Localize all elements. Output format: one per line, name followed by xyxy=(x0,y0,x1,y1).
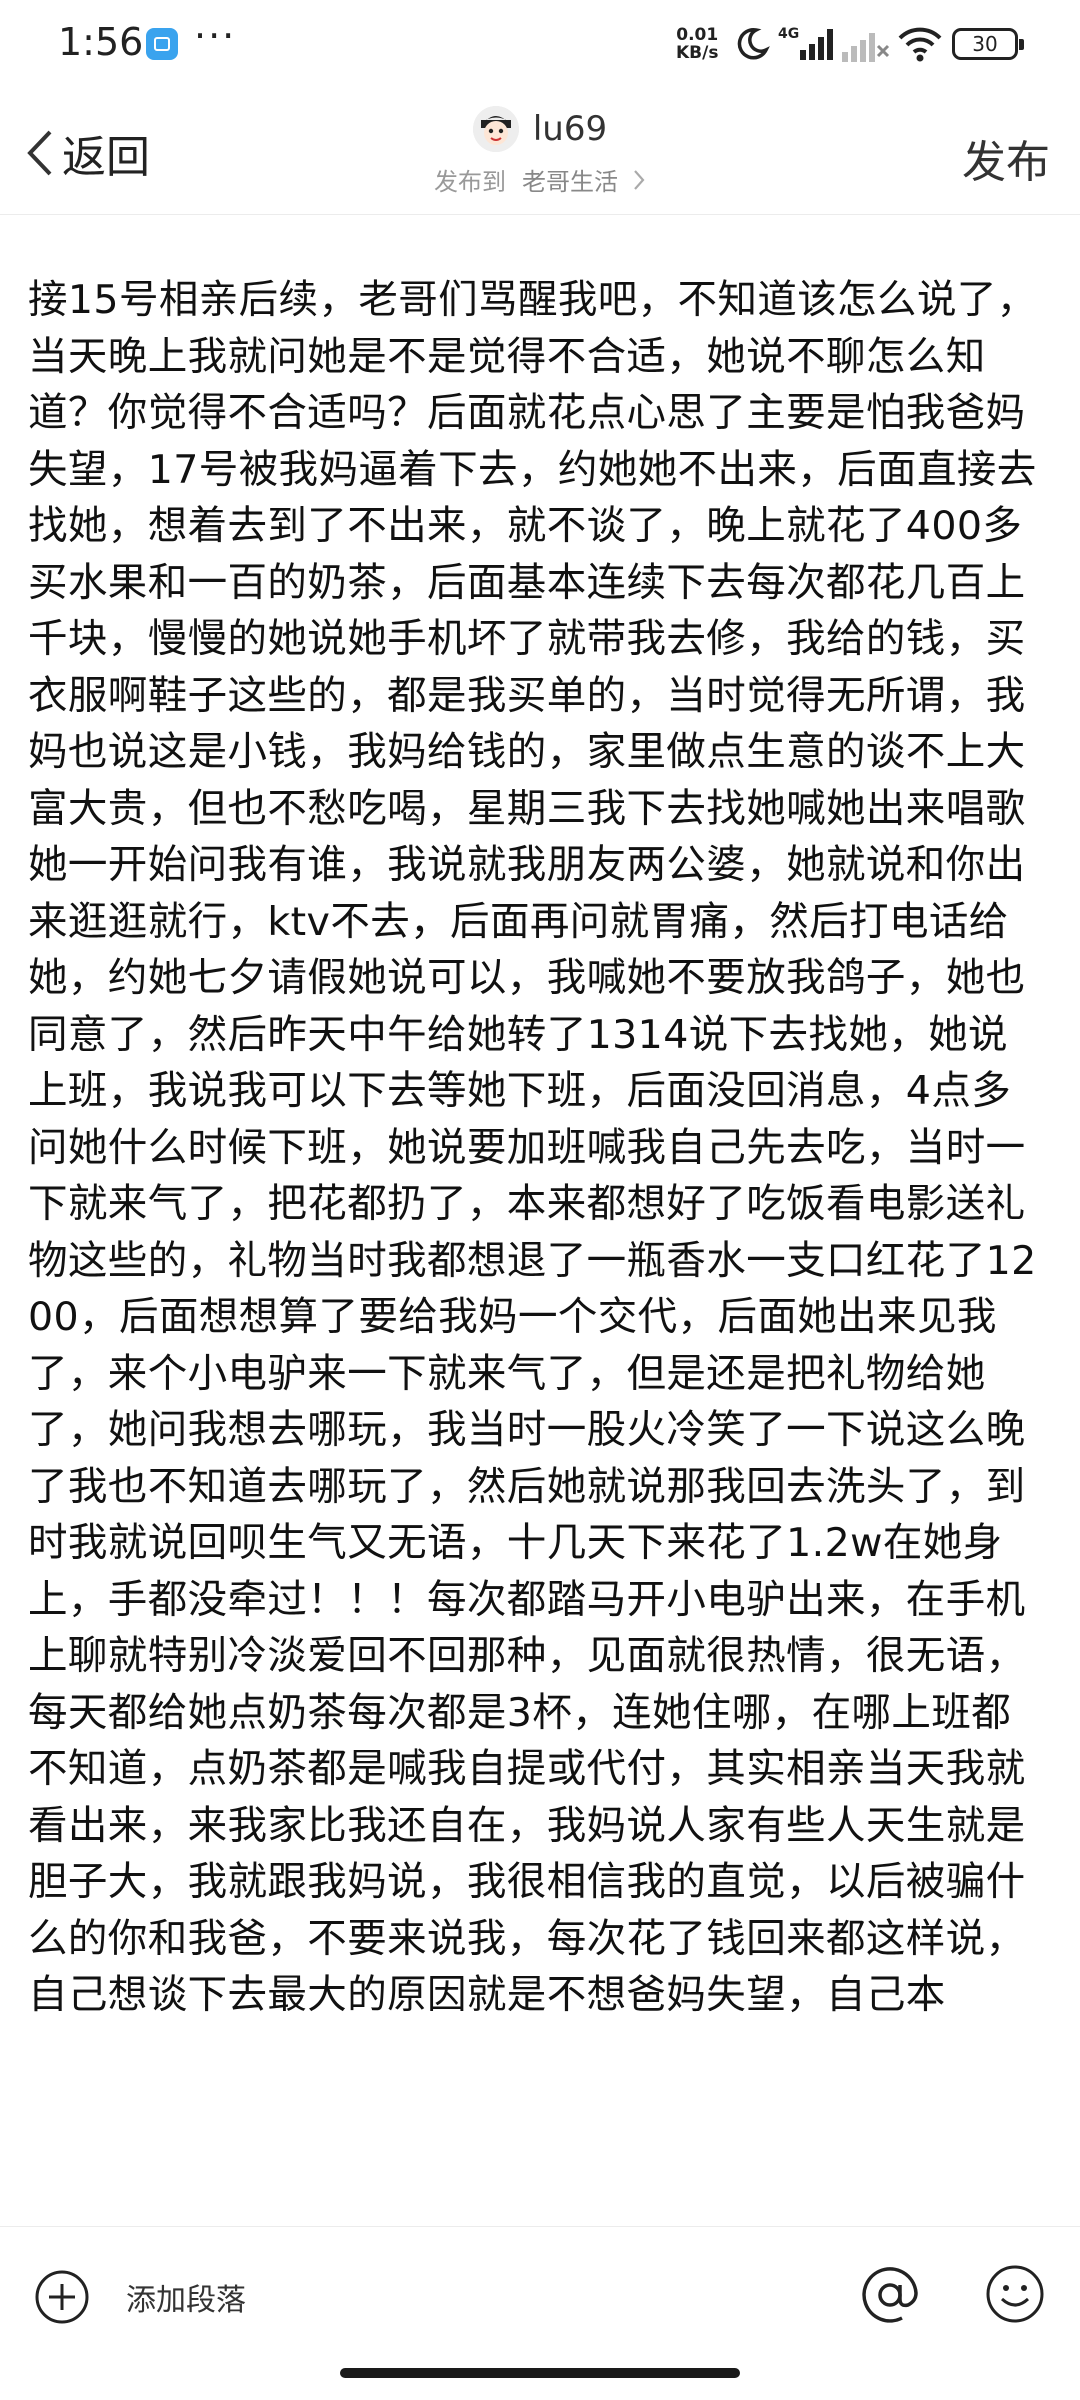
status-bar: 1:56 ··· 0.01 KB/s 4G 30 xyxy=(0,0,1080,90)
wifi-icon xyxy=(898,27,942,62)
signal-4g-icon: 4G xyxy=(778,26,833,60)
header-divider xyxy=(0,214,1080,215)
home-indicator[interactable] xyxy=(340,2368,740,2378)
post-body-editor[interactable]: 接15号相亲后续，老哥们骂醒我吧，不知道该怎么说了，当天晚上我就问她是不是觉得不… xyxy=(28,272,1038,2227)
editor-toolbar: 添加段落 xyxy=(0,2226,1080,2357)
avatar xyxy=(472,106,519,152)
publish-destination-selector[interactable]: 发布到 老哥生活 xyxy=(0,162,1080,197)
publish-destination-name: 老哥生活 xyxy=(522,168,618,196)
editor-header: 返回 lu69 发布到 老哥生活 发布 xyxy=(0,90,1080,215)
plus-circle-icon[interactable] xyxy=(34,2269,90,2325)
battery-indicator: 30 xyxy=(952,28,1024,60)
network-speed-unit: KB/s xyxy=(676,43,719,63)
status-time: 1:56 xyxy=(58,20,144,64)
moon-icon xyxy=(737,28,770,60)
chevron-right-icon xyxy=(634,169,645,190)
author-name: lu69 xyxy=(532,109,608,149)
publish-destination-prefix: 发布到 xyxy=(434,168,506,196)
network-speed: 0.01 KB/s xyxy=(676,26,718,62)
add-paragraph-button[interactable]: 添加段落 xyxy=(126,2275,246,2319)
smiley-icon[interactable] xyxy=(984,2263,1046,2325)
network-speed-value: 0.01 xyxy=(676,25,719,45)
signal-sim2-icon xyxy=(842,33,890,62)
publish-button[interactable]: 发布 xyxy=(962,126,1050,190)
more-notifications-icon: ··· xyxy=(194,14,237,58)
signal-4g-label: 4G xyxy=(778,26,799,42)
at-sign-icon[interactable] xyxy=(858,2263,922,2327)
author-info: lu69 xyxy=(0,106,1080,152)
calendar-app-icon xyxy=(146,28,178,60)
